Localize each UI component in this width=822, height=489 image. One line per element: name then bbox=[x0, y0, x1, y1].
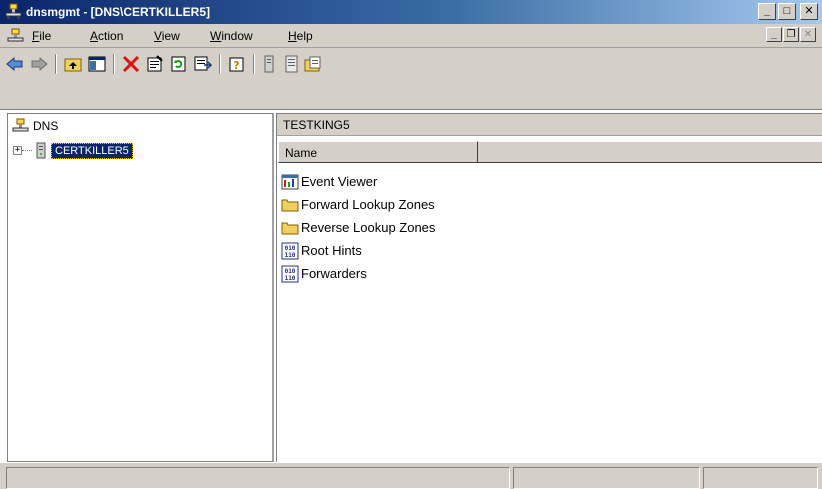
tree-item-dns[interactable]: DNS bbox=[12, 118, 58, 134]
list-item[interactable]: 010 110 Forwarders bbox=[281, 262, 435, 285]
menu-action[interactable]: Action bbox=[90, 29, 123, 43]
console-icon[interactable] bbox=[7, 28, 24, 44]
delete-button[interactable] bbox=[120, 53, 142, 75]
list-item[interactable]: Reverse Lookup Zones bbox=[281, 216, 435, 239]
list-item-label: Event Viewer bbox=[301, 174, 378, 189]
dns-icon bbox=[12, 118, 29, 132]
menu-window[interactable]: Window bbox=[210, 29, 253, 43]
folder-icon bbox=[281, 199, 299, 211]
help-icon: ? bbox=[229, 57, 244, 72]
tree-item-server[interactable]: + CERTKILLER5 bbox=[13, 142, 133, 159]
up-one-level-button[interactable] bbox=[62, 53, 84, 75]
help-button[interactable]: ? bbox=[226, 53, 248, 75]
list-item[interactable]: Forward Lookup Zones bbox=[281, 193, 435, 216]
properties-button[interactable] bbox=[144, 53, 166, 75]
export-list-button[interactable] bbox=[192, 53, 214, 75]
console-tree-pane[interactable]: DNS + CERTKILLER5 bbox=[7, 113, 274, 462]
event-viewer-icon bbox=[281, 174, 299, 189]
delete-icon bbox=[122, 55, 140, 73]
refresh-button[interactable] bbox=[168, 53, 190, 75]
list-item-label: Forwarders bbox=[301, 266, 367, 281]
list-item-label: Reverse Lookup Zones bbox=[301, 220, 436, 235]
server-button[interactable] bbox=[258, 53, 280, 75]
svg-text:?: ? bbox=[233, 59, 239, 72]
show-hide-tree-button[interactable] bbox=[86, 53, 108, 75]
tree-item-label: DNS bbox=[33, 119, 59, 133]
details-pane[interactable]: TESTKING5 Name Event Viewer Forward Look… bbox=[276, 113, 822, 462]
svg-text:110: 110 bbox=[285, 252, 296, 259]
tree-item-label: CERTKILLER5 bbox=[51, 142, 133, 159]
status-cell-main bbox=[6, 467, 510, 489]
properties-icon bbox=[147, 55, 163, 72]
back-button[interactable] bbox=[4, 53, 26, 75]
server-icon bbox=[36, 142, 46, 159]
list-item[interactable]: 010 110 Root Hints bbox=[281, 239, 435, 262]
root-hints-icon: 010 110 bbox=[281, 242, 299, 259]
svg-text:010: 010 bbox=[285, 245, 296, 252]
menu-view[interactable]: View bbox=[154, 29, 180, 43]
details-header: TESTKING5 bbox=[277, 114, 822, 136]
app-icon bbox=[5, 3, 22, 19]
details-list: Event Viewer Forward Lookup Zones Revers… bbox=[281, 170, 435, 285]
menu-bar: File Action View Window Help _ ❐ ✕ bbox=[0, 24, 822, 48]
title-bar[interactable]: dnsmgmt - [DNS\CERTKILLER5] _ □ ✕ bbox=[0, 0, 822, 24]
child-restore-button[interactable]: ❐ bbox=[783, 27, 799, 42]
menu-file[interactable]: File bbox=[32, 29, 51, 43]
new-folder-button[interactable] bbox=[302, 53, 324, 75]
refresh-icon bbox=[171, 56, 186, 72]
new-folder-icon bbox=[304, 56, 321, 72]
up-folder-icon bbox=[64, 58, 82, 72]
minimize-button[interactable]: _ bbox=[758, 3, 776, 20]
window-title: dnsmgmt - [DNS\CERTKILLER5] bbox=[26, 5, 210, 19]
server-icon bbox=[264, 55, 274, 73]
back-arrow-icon bbox=[6, 57, 23, 71]
child-minimize-button[interactable]: _ bbox=[766, 27, 782, 42]
column-header-filler bbox=[478, 141, 822, 163]
forwarders-icon: 010 110 bbox=[281, 265, 299, 282]
maximize-button[interactable]: □ bbox=[778, 3, 796, 20]
show-hide-console-tree-icon bbox=[88, 56, 106, 72]
close-button[interactable]: ✕ bbox=[800, 3, 818, 20]
zone-button[interactable] bbox=[280, 53, 302, 75]
child-close-button[interactable]: ✕ bbox=[800, 27, 816, 42]
menu-help[interactable]: Help bbox=[288, 29, 313, 43]
list-item-label: Forward Lookup Zones bbox=[301, 197, 435, 212]
status-cell-right bbox=[703, 467, 818, 489]
status-bar bbox=[0, 462, 822, 489]
list-item-label: Root Hints bbox=[301, 243, 362, 258]
svg-text:010: 010 bbox=[285, 268, 296, 275]
list-item[interactable]: Event Viewer bbox=[281, 170, 435, 193]
folder-icon bbox=[281, 222, 299, 234]
expand-icon[interactable]: + bbox=[13, 146, 22, 155]
export-list-icon bbox=[194, 56, 212, 71]
zone-icon bbox=[285, 55, 298, 73]
toolbar: ? bbox=[0, 48, 822, 110]
forward-arrow-icon bbox=[31, 57, 48, 71]
column-header-name[interactable]: Name bbox=[278, 141, 478, 163]
svg-text:110: 110 bbox=[285, 275, 296, 282]
forward-button[interactable] bbox=[28, 53, 50, 75]
status-cell-middle bbox=[513, 467, 700, 489]
